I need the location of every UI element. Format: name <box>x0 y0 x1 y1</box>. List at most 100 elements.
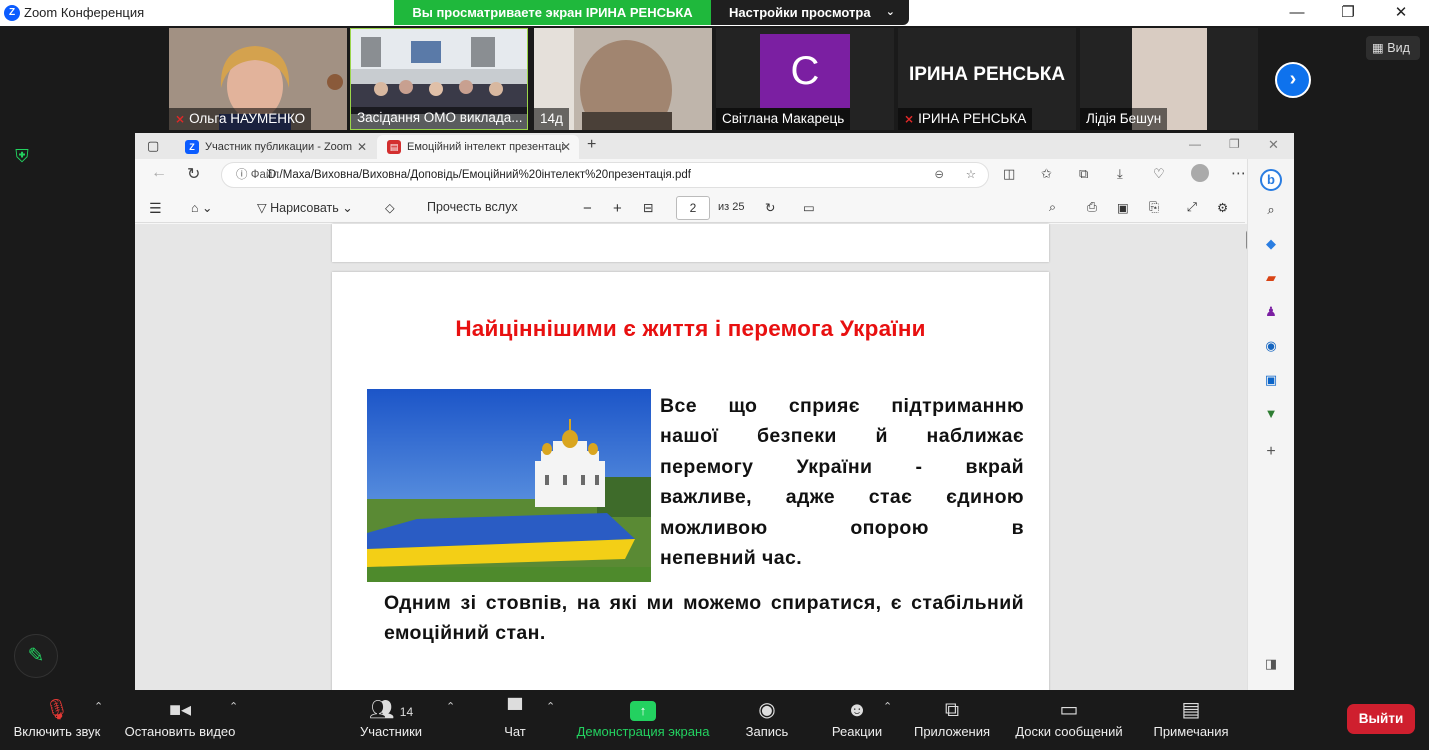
pdf-viewer[interactable]: Найціннішими є життя і перемога України <box>135 224 1245 690</box>
pdf-tab-icon: ▤ <box>387 140 401 154</box>
maximize-icon[interactable]: ❐ <box>1229 137 1240 151</box>
games-icon[interactable]: ♟ <box>1262 303 1280 321</box>
rotate-icon[interactable]: ↻ <box>765 200 775 215</box>
bing-chat-icon[interactable]: b <box>1260 169 1282 191</box>
zoom-tab-icon: Z <box>185 140 199 154</box>
draw-icon: ▽ <box>257 201 267 215</box>
new-tab-icon[interactable]: + <box>587 136 596 154</box>
participants-button[interactable]: 👥︎ 14 Участники <box>354 690 428 750</box>
annotate-pen-icon[interactable]: ✎ <box>14 634 58 678</box>
participant-name: ⨯ ІРИНА РЕНСЬКА <box>898 108 1033 130</box>
highlight-icon[interactable]: ⌂ ⌄ <box>191 200 213 215</box>
share-banner: Вы просматриваете экран ІРИНА РЕНСЬКА <box>394 0 711 25</box>
close-tab-icon[interactable]: ✕ <box>561 135 571 159</box>
participant-name: Засідання ОМО виклада... <box>351 107 527 129</box>
settings-gear-icon[interactable]: ⚙ <box>1217 200 1228 215</box>
share-screen-button[interactable]: ↑ Демонстрация экрана <box>570 690 716 750</box>
outlook-icon[interactable]: ▣ <box>1262 371 1280 389</box>
muted-mic-icon: 🎙︎ <box>44 699 70 721</box>
drop-icon[interactable]: ▼ <box>1262 405 1280 423</box>
record-button[interactable]: ◉ Запись <box>738 690 796 750</box>
zoom-logo-icon: Z <box>4 5 20 21</box>
unmute-button[interactable]: 🎙︎ Включить звук <box>8 690 106 750</box>
search-icon[interactable]: ⌕ <box>1262 201 1280 219</box>
extensions-icon[interactable]: ♡ <box>1153 166 1165 182</box>
tab-actions-icon[interactable]: ▢ <box>147 138 159 154</box>
notes-button[interactable]: ▤ Примечания <box>1148 690 1234 750</box>
video-tile[interactable]: Лідія Бешун <box>1080 28 1258 130</box>
shopping-tag-icon[interactable]: ◆ <box>1262 235 1280 253</box>
contents-icon[interactable]: ☰ <box>149 200 162 217</box>
print-icon[interactable]: ⎙ <box>1087 200 1097 215</box>
view-button[interactable]: ▦ Вид <box>1366 36 1420 60</box>
chat-options-chevron-icon[interactable]: ⌃ <box>546 700 555 713</box>
office-icon[interactable]: ◉ <box>1262 337 1280 355</box>
notes-icon: ▤ <box>1181 699 1201 721</box>
eraser-icon[interactable]: ◇ <box>385 200 395 215</box>
refresh-icon[interactable]: ↻ <box>187 164 200 184</box>
fullscreen-icon[interactable]: ⤢ <box>1187 200 1197 215</box>
video-options-chevron-icon[interactable]: ⌃ <box>229 700 238 713</box>
video-tile[interactable]: ⨯ Ольга НАУМЕНКО <box>169 28 347 130</box>
apps-icon: ⧉ <box>944 699 960 721</box>
muted-mic-icon: ⨯ <box>175 112 186 126</box>
view-settings-menu[interactable]: Настройки просмотра ⌄ <box>711 0 909 25</box>
save-icon[interactable]: ▣ <box>1117 200 1129 215</box>
minimize-icon[interactable]: — <box>1189 137 1201 151</box>
next-page-button[interactable]: › <box>1275 62 1311 98</box>
downloads-icon[interactable]: ⤓ <box>1117 166 1123 182</box>
back-icon[interactable]: ← <box>151 164 167 182</box>
reactions-options-chevron-icon[interactable]: ⌃ <box>883 700 892 713</box>
favorites-icon[interactable]: ✩ <box>1041 166 1052 182</box>
close-icon[interactable]: ✕ <box>1391 3 1411 23</box>
chat-button[interactable]: ▀ Чат <box>492 690 538 750</box>
save-as-icon[interactable]: ⎘ <box>1149 200 1159 215</box>
leave-button[interactable]: Выйти <box>1347 704 1415 734</box>
favorite-star-icon[interactable]: ☆ <box>966 163 976 187</box>
participants-options-chevron-icon[interactable]: ⌃ <box>446 700 455 713</box>
address-bar-row: ← ↻ ⓘ Файл D:/Маха/Виховна/Виховна/Допов… <box>135 159 1294 191</box>
minimize-icon[interactable]: — <box>1287 3 1307 23</box>
participants-icon: 👥︎ 14 <box>368 699 414 721</box>
close-icon[interactable]: ✕ <box>1268 137 1279 153</box>
maximize-icon[interactable]: ❐ <box>1338 3 1358 23</box>
collections-icon[interactable]: ⧉ <box>1079 166 1088 182</box>
participant-name: Лідія Бешун <box>1080 108 1168 130</box>
edge-sidebar: b ⌕ ◆ ▰ ♟ ◉ ▣ ▼ + ◨ <box>1247 159 1294 690</box>
participant-name: 14д <box>534 108 569 130</box>
audio-options-chevron-icon[interactable]: ⌃ <box>94 700 103 713</box>
whiteboard-icon: ▭ <box>1059 699 1079 721</box>
stop-video-button[interactable]: ■◂ Остановить видео <box>120 690 240 750</box>
zoom-out-button[interactable]: − <box>583 200 592 217</box>
read-aloud-button[interactable]: Прочесть вслух <box>427 200 518 214</box>
draw-button[interactable]: ▽ Нарисовать ⌄ <box>257 200 353 215</box>
tools-briefcase-icon[interactable]: ▰ <box>1262 269 1280 287</box>
cathedral-flag-photo <box>367 389 651 582</box>
whiteboards-button[interactable]: ▭ Доски сообщений <box>1008 690 1130 750</box>
reading-view-icon[interactable]: ◫ <box>1003 166 1015 182</box>
shared-browser-window: ▢ Z Участник публикации - Zoom ✕ ▤ Емоці… <box>135 133 1294 690</box>
page-view-icon[interactable]: ▭ <box>803 200 815 215</box>
video-tile[interactable]: 14д <box>534 28 712 130</box>
page-number-input[interactable]: 2 <box>676 196 710 220</box>
tab-pdf[interactable]: ▤ Емоційний інтелект презентаці ✕ <box>377 135 579 159</box>
fit-page-icon[interactable]: ⊟ <box>643 200 653 215</box>
sidebar-toggle-icon[interactable]: ◨ <box>1262 655 1280 673</box>
video-tile[interactable]: С Світлана Макарець <box>716 28 894 130</box>
close-tab-icon[interactable]: ✕ <box>357 135 367 159</box>
reactions-emoji-icon: ☻ <box>846 699 868 721</box>
participant-display-name: ІРИНА РЕНСЬКА <box>908 64 1066 85</box>
url-field[interactable]: ⓘ Файл D:/Маха/Виховна/Виховна/Доповідь/… <box>221 162 989 188</box>
tab-zoom[interactable]: Z Участник публикации - Zoom ✕ <box>175 135 375 159</box>
apps-button[interactable]: ⧉ Приложения <box>908 690 996 750</box>
reactions-button[interactable]: ☻ Реакции <box>826 690 888 750</box>
video-tile[interactable]: Засідання ОМО виклада... <box>350 28 528 130</box>
search-icon[interactable]: ⌕ <box>1049 200 1056 215</box>
video-tile[interactable]: ІРИНА РЕНСЬКА ⨯ ІРИНА РЕНСЬКА <box>898 28 1076 130</box>
encryption-shield-icon[interactable]: ⛨ <box>10 144 34 168</box>
add-sidebar-icon[interactable]: + <box>1262 443 1280 461</box>
zoom-in-button[interactable]: + <box>613 200 622 217</box>
profile-avatar[interactable] <box>1191 164 1209 182</box>
zoom-out-icon[interactable]: ⊖ <box>934 163 944 187</box>
more-menu-icon[interactable]: ⋯ <box>1231 164 1246 182</box>
